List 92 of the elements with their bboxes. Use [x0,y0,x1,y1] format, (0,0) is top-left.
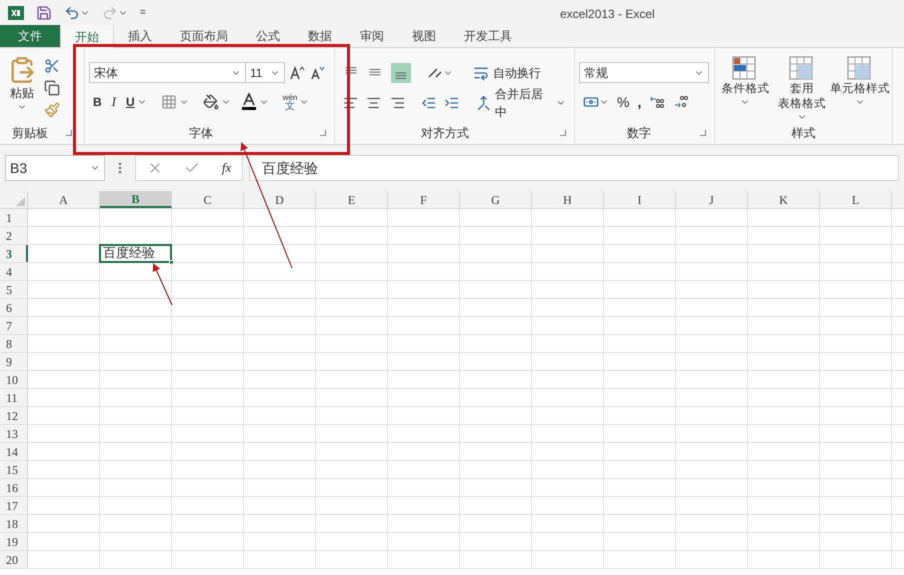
row-header[interactable]: 20 [0,551,28,568]
group-label: 剪贴板 [12,125,48,142]
decrease-indent-icon[interactable] [421,95,436,111]
insert-function-button[interactable]: fx [222,158,232,178]
decrease-decimal-icon[interactable] [673,94,690,110]
row-header[interactable]: 8 [0,335,28,352]
increase-decimal-icon[interactable] [649,94,666,110]
save-icon[interactable] [36,4,52,20]
annotation-arrow [152,263,172,306]
row-header[interactable]: 11 [0,389,28,406]
column-header[interactable]: E [316,191,388,208]
scissors-icon[interactable] [44,58,60,74]
ribbon-tab[interactable]: 页面布局 [166,24,242,47]
row-header[interactable]: 17 [0,497,28,514]
paste-button[interactable]: 粘贴 [8,56,36,122]
active-cell[interactable]: 百度经验 [99,244,172,263]
style-gallery-button[interactable]: 条件格式 [719,56,772,122]
merge-icon [476,95,492,111]
borders-icon[interactable] [160,94,177,110]
align-center-icon[interactable] [366,95,382,111]
ribbon-tab[interactable]: 开发工具 [450,24,526,47]
wrap-text-button[interactable]: 自动换行 [493,64,541,82]
table-style-icon [788,56,815,82]
copy-icon[interactable] [44,80,60,96]
italic-button[interactable]: I [112,92,116,112]
group-label: 对齐方式 [421,125,469,142]
underline-button[interactable]: U [126,93,135,111]
file-tab[interactable]: 文件 [0,24,60,47]
table-style-icon [732,56,758,82]
row-header[interactable]: 9 [0,353,28,370]
ribbon-tab[interactable]: 视图 [398,24,450,47]
align-right-icon[interactable] [390,95,406,111]
customize-toolbar-button[interactable]: = [140,5,146,20]
group-label: 字体 [189,125,213,142]
bold-button[interactable]: B [93,93,102,111]
increase-font-icon[interactable] [289,64,305,80]
decrease-font-icon[interactable] [309,64,325,80]
column-header[interactable]: G [460,191,532,208]
wrap-text-icon [473,65,489,81]
row-header[interactable]: 14 [0,443,28,460]
ribbon-tab[interactable]: 公式 [242,24,294,47]
dialog-launcher-icon[interactable] [320,130,326,136]
row-header[interactable]: 3 [0,245,28,262]
number-format-field[interactable]: 常规 [579,62,709,83]
font-color-icon[interactable] [240,93,257,111]
excel-logo-icon [8,6,24,20]
dialog-launcher-icon[interactable] [700,130,706,136]
group-label: 数字 [627,125,651,142]
row-header[interactable]: 5 [0,281,28,298]
column-header[interactable]: F [388,191,460,208]
phonetic-guide-button[interactable]: wén 文 [282,93,298,111]
column-header[interactable]: J [676,191,748,208]
row-header[interactable]: 1 [0,209,28,226]
dialog-launcher-icon[interactable] [66,130,72,136]
column-header[interactable]: I [604,191,676,208]
column-header[interactable]: K [748,191,820,208]
ribbon-tab[interactable]: 审阅 [346,24,398,47]
row-header[interactable]: 19 [0,533,28,550]
font-size-field[interactable]: 11 [245,62,285,83]
column-header[interactable]: C [172,191,244,208]
formula-field[interactable]: 百度经验 [249,155,899,181]
ribbon-tab[interactable]: 插入 [114,24,166,47]
increase-indent-icon[interactable] [444,95,460,111]
align-left-icon[interactable] [343,95,358,111]
name-box[interactable]: B3 [5,155,105,181]
style-gallery-button[interactable]: 套用 表格格式 [776,56,828,122]
table-style-icon [847,56,873,82]
group-label: 样式 [792,125,816,142]
column-header[interactable]: L [820,191,892,208]
font-name-field[interactable]: 宋体 [89,62,246,83]
undo-icon[interactable] [64,4,80,20]
row-header[interactable]: 4 [0,263,28,280]
row-header[interactable]: 16 [0,479,28,496]
row-header[interactable]: 6 [0,299,28,316]
row-header[interactable]: 15 [0,461,28,478]
column-header[interactable]: B [100,191,172,208]
percent-button[interactable]: % [617,92,630,112]
ribbon-tab[interactable]: 数据 [294,24,346,47]
row-header[interactable]: 12 [0,407,28,424]
dialog-launcher-icon[interactable] [560,130,566,136]
merge-center-button[interactable]: 合并后居中 [495,85,552,121]
window-title: excel2013 - Excel [560,6,655,23]
style-gallery-button[interactable]: 单元格样式 [832,56,888,122]
row-header[interactable]: 18 [0,515,28,532]
column-header[interactable]: H [532,191,604,208]
comma-button[interactable]: , [637,92,642,112]
row-header[interactable]: 13 [0,425,28,442]
column-header[interactable]: D [244,191,316,208]
row-header[interactable]: 7 [0,317,28,334]
fill-color-icon[interactable] [202,94,219,110]
row-header[interactable]: 10 [0,371,28,388]
row-header[interactable]: 2 [0,227,28,244]
